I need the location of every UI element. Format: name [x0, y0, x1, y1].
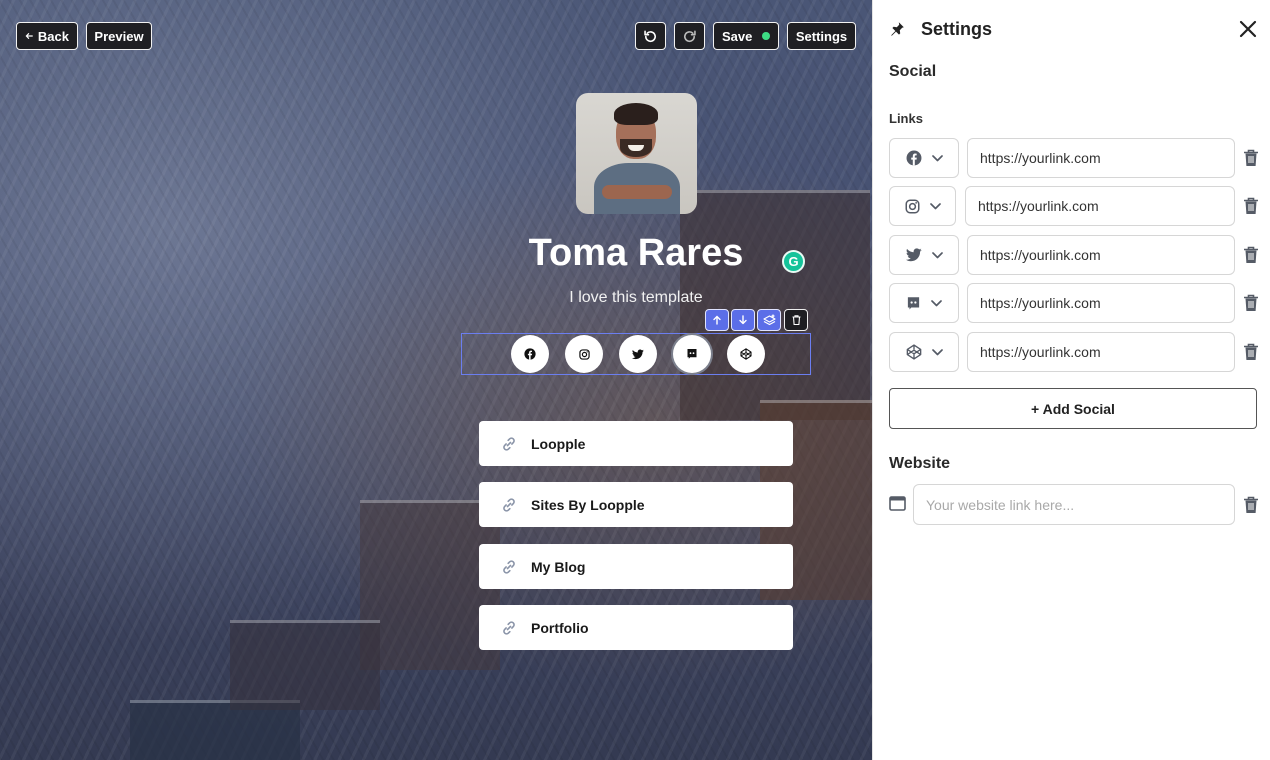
- social-link-row: [889, 138, 1259, 178]
- avatar-shape: [614, 103, 658, 125]
- social-link-row: [889, 235, 1259, 275]
- arrow-up-icon: [713, 315, 721, 325]
- save-status-dot: [762, 32, 770, 40]
- move-up-button[interactable]: [705, 309, 729, 331]
- codepen-social-button[interactable]: [727, 335, 765, 373]
- social-url-input[interactable]: [967, 332, 1235, 372]
- chevron-down-icon: [929, 202, 941, 209]
- chevron-down-icon: [931, 299, 942, 306]
- instagram-icon: [905, 199, 919, 213]
- social-icons-block[interactable]: [461, 333, 811, 375]
- pin-icon[interactable]: [889, 21, 905, 37]
- arrow-down-icon: [739, 315, 747, 325]
- twitter-social-button[interactable]: [619, 335, 657, 373]
- panel-title: Settings: [921, 18, 993, 39]
- redo-icon: [684, 30, 696, 42]
- social-link-row: [889, 186, 1259, 226]
- link-button-portfolio[interactable]: Portfolio: [479, 605, 793, 650]
- settings-button[interactable]: Settings: [787, 22, 856, 50]
- back-button[interactable]: Back: [16, 22, 78, 50]
- chevron-down-icon: [931, 251, 943, 258]
- discord-social-button[interactable]: [673, 335, 711, 373]
- browser-window-icon: [889, 496, 906, 511]
- section-title-social: Social: [889, 63, 937, 80]
- link-icon: [503, 559, 515, 574]
- trash-icon[interactable]: [1243, 149, 1259, 167]
- trash-icon: [792, 315, 800, 325]
- layers-icon: [762, 314, 776, 326]
- platform-select[interactable]: [889, 138, 959, 178]
- social-url-input[interactable]: [967, 235, 1235, 275]
- section-title-website: Website: [889, 455, 951, 472]
- duplicate-button[interactable]: [757, 309, 781, 331]
- trash-icon[interactable]: [1243, 343, 1259, 361]
- panel-header: Settings: [889, 16, 1259, 42]
- chevron-down-icon: [931, 154, 943, 161]
- settings-panel: Settings Social Links https://yourlink.c…: [872, 0, 1270, 760]
- discord-icon: [687, 349, 697, 359]
- platform-select[interactable]: [889, 283, 959, 323]
- twitter-icon: [905, 248, 922, 262]
- platform-select[interactable]: [889, 332, 959, 372]
- link-button-loopple[interactable]: Loopple: [479, 421, 793, 466]
- link-button-sites-by-loopple[interactable]: Sites By Loopple: [479, 482, 793, 527]
- block-toolbar: [705, 309, 808, 331]
- codepen-icon: [906, 344, 921, 360]
- link-icon: [503, 620, 515, 635]
- save-button[interactable]: Save: [713, 22, 779, 50]
- link-label: My Blog: [531, 558, 586, 575]
- grammarly-icon[interactable]: G: [782, 250, 805, 273]
- link-label: Sites By Loopple: [531, 496, 645, 513]
- link-button-my-blog[interactable]: My Blog: [479, 544, 793, 589]
- add-social-button[interactable]: + Add Social: [889, 388, 1257, 429]
- close-icon[interactable]: [1237, 18, 1259, 40]
- link-label: Loopple: [531, 435, 586, 452]
- preview-button[interactable]: Preview: [86, 22, 152, 50]
- redo-button[interactable]: [674, 22, 705, 50]
- page-canvas: Back Preview Save Settings Toma Rares G …: [0, 0, 872, 760]
- platform-select[interactable]: [889, 235, 959, 275]
- social-link-row: [889, 283, 1259, 323]
- website-input[interactable]: [913, 484, 1235, 525]
- trash-icon[interactable]: [1243, 496, 1259, 514]
- facebook-social-button[interactable]: [511, 335, 549, 373]
- social-url-input[interactable]: [965, 186, 1235, 226]
- social-link-row: [889, 332, 1259, 372]
- trash-icon[interactable]: [1243, 246, 1259, 264]
- link-icon: [503, 436, 515, 451]
- social-url-input[interactable]: [967, 283, 1235, 323]
- arrow-left-icon: [25, 33, 33, 39]
- trash-icon[interactable]: [1243, 197, 1259, 215]
- social-url-input[interactable]: [967, 138, 1235, 178]
- profile-bio[interactable]: I love this template: [436, 289, 836, 307]
- links-label: Links: [889, 111, 923, 126]
- codepen-icon: [740, 348, 752, 360]
- background-building: [230, 620, 380, 710]
- delete-block-button[interactable]: [784, 309, 808, 331]
- move-down-button[interactable]: [731, 309, 755, 331]
- back-label: Back: [37, 28, 69, 44]
- discord-icon: [907, 296, 920, 309]
- link-label: Portfolio: [531, 619, 589, 636]
- undo-icon: [644, 30, 656, 42]
- website-row: [889, 484, 1259, 525]
- undo-button[interactable]: [635, 22, 666, 50]
- facebook-icon: [524, 348, 536, 360]
- instagram-icon: [578, 348, 590, 360]
- avatar[interactable]: [576, 93, 697, 214]
- link-icon: [503, 497, 515, 512]
- settings-label: Settings: [795, 28, 848, 44]
- save-label: Save: [722, 28, 753, 44]
- platform-select[interactable]: [889, 186, 956, 226]
- preview-label: Preview: [94, 28, 144, 44]
- chevron-down-icon: [931, 348, 943, 355]
- trash-icon[interactable]: [1243, 294, 1259, 312]
- avatar-shape: [602, 185, 672, 199]
- profile-name[interactable]: Toma Rares: [436, 232, 836, 275]
- instagram-social-button[interactable]: [565, 335, 603, 373]
- facebook-icon: [906, 150, 921, 166]
- twitter-icon: [632, 349, 644, 359]
